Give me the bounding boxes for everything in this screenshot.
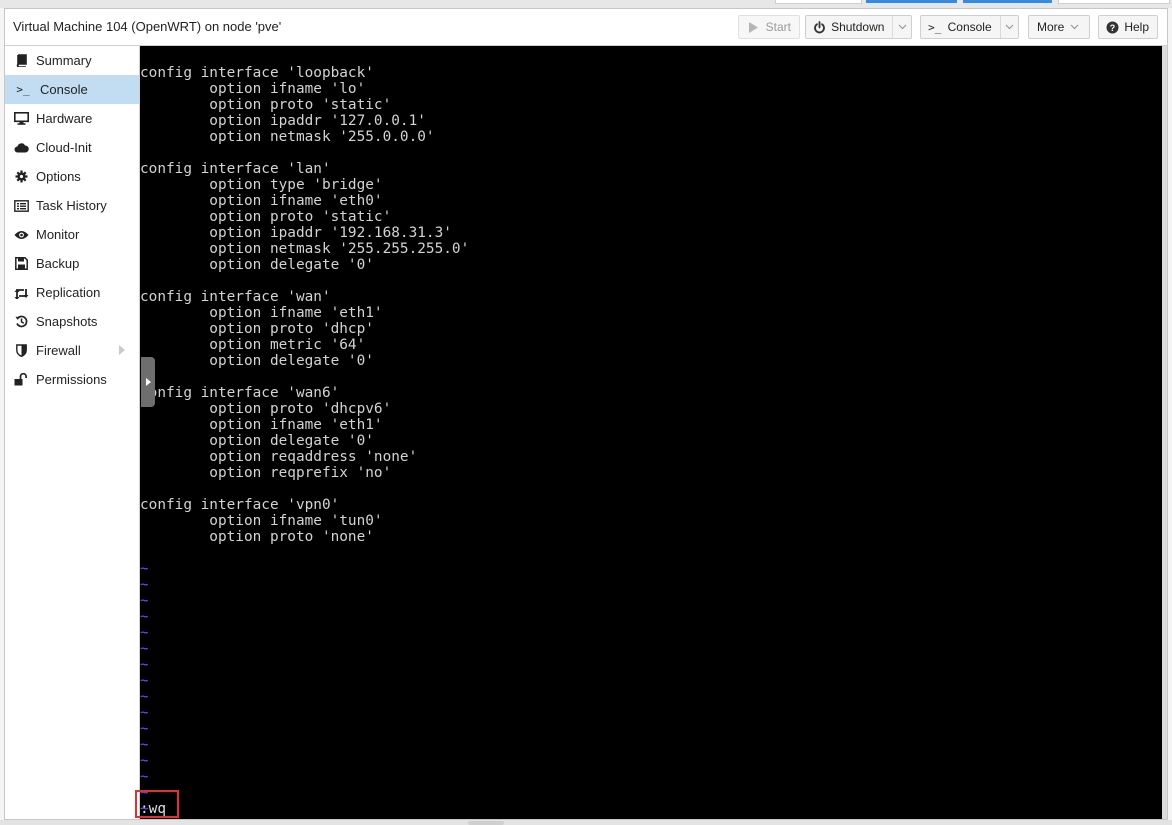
- window-title: Virtual Machine 104 (OpenWRT) on node 'p…: [13, 19, 282, 34]
- help-button[interactable]: ? Help: [1098, 15, 1158, 39]
- floppy-icon: [13, 256, 29, 272]
- sidebar-item-permissions[interactable]: Permissions: [5, 365, 139, 394]
- chevron-down-icon[interactable]: [999, 16, 1018, 38]
- svg-text:?: ?: [1109, 23, 1115, 33]
- vim-empty-line-markers: ~ ~ ~ ~ ~ ~ ~ ~ ~ ~ ~ ~ ~ ~ ~ ~: [140, 561, 149, 817]
- retweet-icon: [13, 285, 29, 301]
- sidebar-item-snapshots[interactable]: Snapshots: [5, 307, 139, 336]
- sidebar: Summary >_ Console Hardware Cloud-Init O…: [5, 46, 140, 819]
- book-icon: [13, 53, 29, 69]
- titlebar: Virtual Machine 104 (OpenWRT) on node 'p…: [5, 9, 1167, 46]
- top-strip: [0, 0, 1172, 8]
- terminal-prompt-icon: >_: [16, 83, 30, 96]
- console-terminal[interactable]: config interface 'loopback' option ifnam…: [140, 46, 1164, 819]
- sidebar-item-options[interactable]: Options: [5, 162, 139, 191]
- cloud-icon: [13, 140, 29, 156]
- console-button[interactable]: >_ Console: [920, 15, 1019, 39]
- terminal-icon: >_: [928, 20, 942, 34]
- chevron-right-icon[interactable]: [119, 345, 125, 355]
- sidebar-item-replication[interactable]: Replication: [5, 278, 139, 307]
- top-strip-tab: [775, 0, 862, 4]
- list-icon: [13, 198, 29, 214]
- sidebar-item-task-history[interactable]: Task History: [5, 191, 139, 220]
- command-highlight-box: [135, 790, 179, 818]
- play-icon: [745, 21, 761, 33]
- chevron-down-icon: [1070, 24, 1085, 30]
- gear-icon: [13, 169, 29, 185]
- sidebar-item-hardware[interactable]: Hardware: [5, 104, 139, 133]
- shutdown-button[interactable]: Shutdown: [805, 15, 912, 39]
- sidebar-collapse-handle[interactable]: [141, 357, 155, 407]
- vm-panel: Virtual Machine 104 (OpenWRT) on node 'p…: [4, 8, 1168, 820]
- power-icon: [812, 20, 826, 34]
- resize-handle[interactable]: [468, 821, 504, 825]
- terminal-output: config interface 'loopback' option ifnam…: [140, 65, 470, 545]
- sidebar-item-monitor[interactable]: Monitor: [5, 220, 139, 249]
- shield-icon: [13, 343, 29, 359]
- scrollbar[interactable]: [1162, 46, 1167, 819]
- chevron-right-icon: [145, 378, 151, 386]
- bottom-strip: [0, 820, 1172, 825]
- top-strip-button: [963, 0, 1052, 3]
- sidebar-item-backup[interactable]: Backup: [5, 249, 139, 278]
- sidebar-item-firewall[interactable]: Firewall: [5, 336, 139, 365]
- unlock-icon: [13, 372, 29, 388]
- sidebar-item-summary[interactable]: Summary: [5, 46, 139, 75]
- question-icon: ?: [1105, 21, 1119, 34]
- start-button[interactable]: Start: [738, 15, 800, 39]
- sidebar-item-console[interactable]: >_ Console: [5, 75, 139, 104]
- top-strip-tab: [1058, 0, 1170, 4]
- sidebar-item-cloud-init[interactable]: Cloud-Init: [5, 133, 139, 162]
- chevron-down-icon[interactable]: [892, 16, 911, 38]
- history-icon: [13, 314, 29, 330]
- top-strip-button: [866, 0, 957, 3]
- eye-icon: [13, 227, 29, 243]
- monitor-icon: [13, 111, 29, 127]
- more-button[interactable]: More: [1028, 15, 1090, 39]
